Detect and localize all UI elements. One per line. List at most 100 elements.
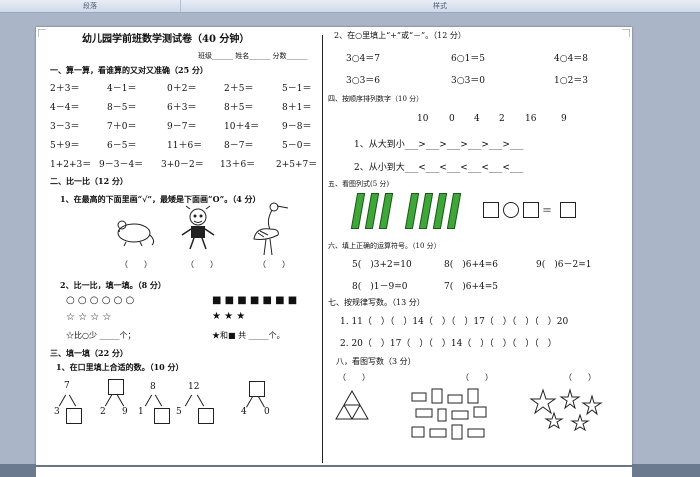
answer-paren[interactable]: （ ） (564, 372, 596, 383)
operator-circle[interactable] (503, 202, 519, 218)
decomp-left: 5 (176, 407, 182, 417)
ribbon-group-style[interactable]: 样式 (180, 0, 700, 12)
calc-item: 4－4＝ (50, 103, 80, 113)
section-3-heading: 三、填一填（22 分） (50, 348, 128, 358)
answer-box[interactable] (483, 202, 499, 218)
answer-paren[interactable]: （ ） (461, 372, 493, 383)
circle-row: ○ ○ ○ ○ ○ ○ (66, 295, 135, 306)
calc-item: 8－5＝ (107, 103, 137, 113)
answer-box[interactable] (154, 408, 170, 424)
op-item: 1○2＝3 (554, 76, 589, 86)
bar-icon (432, 193, 448, 229)
number-item: 0 (449, 114, 455, 124)
triangles-icon (335, 389, 369, 420)
op2-item[interactable]: 9( )6－2=1 (536, 257, 591, 270)
op2-item[interactable]: 5( )3+2=10 (352, 257, 412, 270)
answer-paren[interactable]: （ ） (338, 372, 370, 383)
calc-item: 7＋0＝ (107, 122, 137, 132)
section-2-heading: 二、比一比（12 分） (50, 176, 128, 186)
calc-item: 13＋6＝ (220, 160, 256, 170)
decomp-top: 12 (188, 382, 200, 392)
op2-item[interactable]: 8( )1－9=0 (352, 279, 407, 292)
bar-icon (418, 193, 434, 229)
monkey-icon (181, 205, 215, 250)
blocks-icon (411, 388, 487, 440)
equals-sign: ＝ (542, 206, 552, 217)
calc-item: 3－3＝ (50, 122, 80, 132)
answer-paren[interactable]: （ ） (120, 259, 152, 270)
stars-icon (529, 388, 603, 432)
op-item: 3○4＝7 (346, 54, 381, 64)
ribbon-group-paragraph[interactable]: 段落 (0, 0, 181, 12)
page-corner-icon (38, 29, 46, 37)
calc-item: 5－0＝ (282, 141, 312, 151)
compare-1: ☆比○少 _____个； (66, 331, 136, 340)
order-small-to-big[interactable]: 2、从小到大___<___<___<___<___<___ (354, 160, 523, 173)
ribbon: 段落 样式 (0, 0, 700, 13)
number-item: 4 (474, 114, 480, 124)
decomp-left: 1 (138, 407, 144, 417)
page-corner-icon (622, 29, 630, 37)
calc-item: 4－1＝ (107, 84, 137, 94)
answer-box[interactable] (523, 202, 539, 218)
bar-icon (446, 193, 462, 229)
answer-paren[interactable]: （ ） (186, 259, 218, 270)
answer-paren[interactable]: （ ） (258, 259, 290, 270)
bar-icon (364, 193, 380, 229)
number-item: 10 (417, 114, 429, 124)
calc-item: 3+0－2＝ (161, 160, 204, 170)
calc-item: 5－1＝ (282, 84, 312, 94)
right-section-6-heading: 六、填上正确的运算符号。（10 分） (328, 242, 441, 250)
decomp-right: 9 (122, 407, 128, 417)
calc-item: 0＋2＝ (167, 84, 197, 94)
right-section-8-heading: 八，看图写数（3 分） (336, 357, 416, 366)
calc-item: 2＋5＝ (224, 84, 254, 94)
student-info: 班级______ 姓名______ 分数______ (198, 52, 308, 60)
bar-icon (350, 193, 366, 229)
calc-item: 9－3－4＝ (99, 160, 144, 170)
answer-box[interactable] (66, 408, 82, 424)
section-2-question-1: 1、在最高的下面里画“√”，最矮是下面画“O”。（4 分） (60, 194, 261, 204)
decomp-left: 3 (54, 407, 60, 417)
calc-item: 2＋3＝ (50, 84, 80, 94)
sequence-1[interactable]: 1. 11（ ）（ ）14（ ）（ ）17（ ）（ ）（ ）20 (340, 314, 568, 327)
calc-item: 6＋3＝ (167, 103, 197, 113)
answer-box[interactable] (249, 381, 265, 397)
op-item: 4○4＝8 (554, 54, 589, 64)
number-item: 9 (561, 114, 567, 124)
square-row: ■ ■ ■ ■ ■ ■ ■ (212, 295, 298, 306)
compare-2: ★和■ 共 _____个。 (212, 331, 285, 340)
decomp-right: 0 (264, 407, 270, 417)
bar-icon (404, 193, 420, 229)
right-section-5-heading: 五、看图列式(5 分) (328, 180, 390, 188)
answer-box[interactable] (560, 202, 576, 218)
answer-box[interactable] (198, 408, 214, 424)
calc-item: 6－5＝ (107, 141, 137, 151)
calc-item: 1+2+3＝ (50, 160, 92, 170)
right-question-2: 2、在○里填上“+”或“－”。（12 分） (334, 31, 466, 40)
document-workspace: 幼儿园学前班数学测试卷（40 分钟） 班级______ 姓名______ 分数_… (0, 13, 700, 477)
section-1-heading: 一、算一算，看谁算的又对又准确（25 分） (50, 65, 208, 75)
bar-icon (378, 193, 394, 229)
number-item: 2 (499, 114, 505, 124)
sequence-2[interactable]: 2. 20（ ）17（ ）（ ）14（ ）（ ）（ ）（ ） (340, 336, 557, 349)
answer-box[interactable] (108, 379, 124, 395)
calc-item: 8－7＝ (224, 141, 254, 151)
op-item: 6○1＝5 (451, 54, 486, 64)
op2-item[interactable]: 8( )6+4=6 (444, 257, 498, 270)
black-star-row: ★ ★ ★ (212, 311, 246, 322)
section-2-question-2: 2、比一比，填一填。（8 分） (60, 280, 166, 290)
op2-item[interactable]: 7( )6+4=5 (444, 279, 498, 292)
document-page[interactable]: 幼儿园学前班数学测试卷（40 分钟） 班级______ 姓名______ 分数_… (36, 27, 632, 465)
calc-item: 8＋5＝ (224, 103, 254, 113)
calc-item: 9－7＝ (167, 122, 197, 132)
crane-icon (253, 202, 289, 256)
decomp-left: 2 (100, 407, 106, 417)
calc-item: 5＋9＝ (50, 141, 80, 151)
next-page-edge (36, 467, 632, 477)
right-section-7-heading: 七、按规律写数。（13 分） (328, 298, 425, 307)
decomp-top: 8 (150, 382, 156, 392)
number-item: 16 (525, 114, 537, 124)
calc-item: 11＋6＝ (167, 141, 203, 151)
order-big-to-small[interactable]: 1、从大到小___>___>___>___>___>___ (354, 137, 523, 150)
